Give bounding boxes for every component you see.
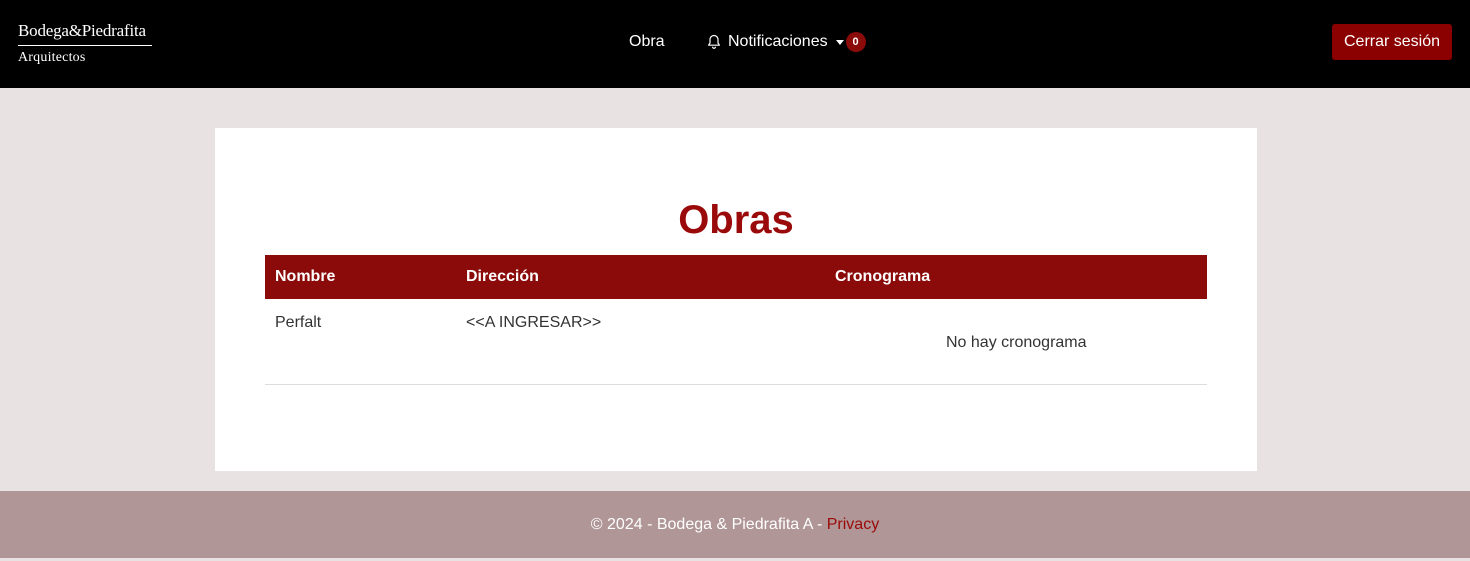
page-title: Obras bbox=[678, 198, 794, 242]
nav-link-obra[interactable]: Obra bbox=[629, 32, 665, 52]
cell-cronograma: No hay cronograma bbox=[946, 334, 1087, 351]
chevron-down-icon bbox=[835, 39, 844, 45]
cell-nombre: Perfalt bbox=[275, 314, 322, 331]
top-navbar: Bodega&Piedrafita Arquitectos Obra Notif… bbox=[0, 0, 1470, 88]
brand-logo[interactable]: Bodega&Piedrafita Arquitectos bbox=[18, 20, 152, 67]
footer-copyright: © 2024 - Bodega & Piedrafita A - bbox=[590, 516, 827, 533]
notifications-dropdown[interactable]: Notificaciones 0 bbox=[706, 31, 866, 53]
main-card: Obras Nombre Dirección Cronograma Perfal… bbox=[215, 128, 1257, 471]
page-footer: © 2024 - Bodega & Piedrafita A - Privacy bbox=[0, 491, 1470, 558]
obras-table: Nombre Dirección Cronograma Perfalt <<A … bbox=[265, 255, 1207, 385]
logout-button[interactable]: Cerrar sesión bbox=[1332, 24, 1452, 60]
brand-subtitle: Arquitectos bbox=[18, 50, 86, 65]
table-row: Perfalt <<A INGRESAR>> No hay cronograma bbox=[265, 299, 1207, 385]
cell-direccion: <<A INGRESAR>> bbox=[466, 314, 602, 331]
notifications-count-badge: 0 bbox=[845, 32, 866, 52]
notifications-label: Notificaciones bbox=[728, 33, 828, 50]
brand-name: Bodega&Piedrafita bbox=[18, 20, 152, 46]
column-header-cronograma: Cronograma bbox=[835, 268, 931, 285]
bell-icon bbox=[708, 34, 720, 49]
column-header-direccion: Dirección bbox=[466, 268, 539, 285]
privacy-link[interactable]: Privacy bbox=[827, 516, 879, 533]
column-header-nombre: Nombre bbox=[275, 268, 336, 285]
table-header: Nombre Dirección Cronograma bbox=[265, 255, 1207, 299]
